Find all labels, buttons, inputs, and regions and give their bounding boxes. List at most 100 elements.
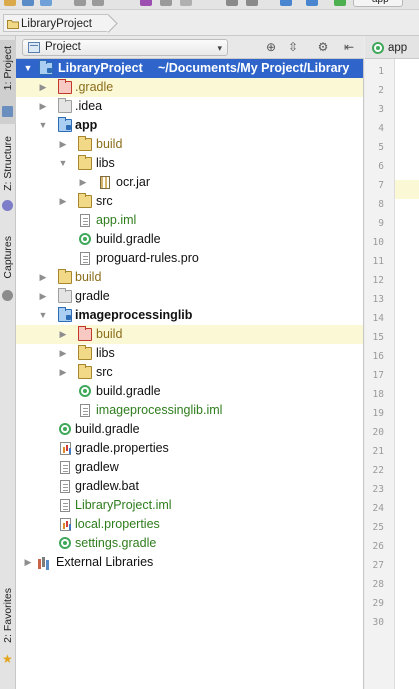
tree-item-lib-src[interactable]: ▶ src	[16, 363, 363, 382]
folder-icon	[78, 155, 92, 170]
tree-item-lib-iml[interactable]: imageprocessinglib.iml	[16, 401, 363, 420]
expand-arrow-icon: ▼	[38, 120, 48, 130]
tool-tab-captures[interactable]: Captures	[0, 234, 16, 304]
tree-item-gradle-dir[interactable]: ▶ .gradle	[16, 78, 363, 97]
tree-item-label: gradle	[75, 289, 110, 303]
tree-item-app-libs[interactable]: ▼ libs	[16, 154, 363, 173]
code-editor[interactable]	[395, 59, 419, 689]
redo-icon[interactable]	[92, 0, 104, 6]
tree-item-gradlew-bat[interactable]: gradlew.bat	[16, 477, 363, 496]
collapse-all-icon[interactable]: ⇳	[286, 40, 300, 54]
tree-item-project-iml[interactable]: LibraryProject.iml	[16, 496, 363, 515]
current-line-highlight	[395, 180, 419, 199]
tree-item-app-build[interactable]: ▶ build	[16, 135, 363, 154]
tree-item-app-build-gradle[interactable]: build.gradle	[16, 230, 363, 249]
tool-window-strip: 1: Project Z: Structure Captures ★ 2: Fa…	[0, 36, 16, 689]
tree-item-label: imageprocessinglib	[75, 308, 193, 322]
line-number: 14	[372, 313, 384, 324]
file-icon	[80, 404, 90, 417]
tree-item-build[interactable]: ▶ build	[16, 268, 363, 287]
paste-icon[interactable]	[180, 0, 192, 6]
run-config-select[interactable]: app	[353, 0, 403, 7]
line-number: 4	[378, 123, 384, 134]
tree-item-app[interactable]: ▼ app	[16, 116, 363, 135]
collapse-arrow-icon: ▶	[39, 101, 47, 111]
folder-icon	[78, 345, 92, 360]
editor-tab-app[interactable]: app	[370, 39, 407, 57]
tree-item-gradle-properties[interactable]: gradle.properties	[16, 439, 363, 458]
locate-icon[interactable]: ⊕	[264, 40, 278, 54]
line-number: 16	[372, 351, 384, 362]
tool-tab-favorites[interactable]: ★ 2: Favorites	[0, 586, 16, 670]
star-icon: ★	[2, 652, 13, 666]
find-icon[interactable]	[226, 0, 238, 6]
main-toolbar: app	[0, 0, 419, 10]
tree-item-build-gradle[interactable]: build.gradle	[16, 420, 363, 439]
project-view-select[interactable]: Project ▾	[22, 39, 228, 56]
tree-item-ocr-jar[interactable]: ▶ ocr.jar	[16, 173, 363, 192]
tree-item-gradlew[interactable]: gradlew	[16, 458, 363, 477]
undo-icon[interactable]	[74, 0, 86, 6]
tree-root[interactable]: ▼ LibraryProject ~/Documents/My Project/…	[16, 59, 363, 78]
line-number: 24	[372, 503, 384, 514]
line-number: 13	[372, 294, 384, 305]
properties-icon	[60, 518, 71, 531]
line-number: 27	[372, 560, 384, 571]
line-number: 20	[372, 427, 384, 438]
tree-item-lib-libs[interactable]: ▶ libs	[16, 344, 363, 363]
tree-item-app-iml[interactable]: app.iml	[16, 211, 363, 230]
forward-icon[interactable]	[306, 0, 318, 6]
tree-item-label: build.gradle	[96, 384, 161, 398]
collapse-arrow-icon: ▶	[39, 272, 47, 282]
tool-tab-structure[interactable]: Z: Structure	[0, 134, 16, 216]
tree-item-app-src[interactable]: ▶ src	[16, 192, 363, 211]
open-icon[interactable]	[4, 0, 16, 6]
collapse-arrow-icon: ▶	[59, 196, 67, 206]
tree-item-label: local.properties	[75, 517, 160, 531]
tree-item-settings-gradle[interactable]: settings.gradle	[16, 534, 363, 553]
tree-item-external-libraries[interactable]: ▶ External Libraries	[16, 553, 363, 572]
tree-item-label: app.iml	[96, 213, 137, 227]
tree-item-label: build.gradle	[96, 232, 161, 246]
cut-icon[interactable]	[140, 0, 152, 6]
tree-root-path: ~/Documents/My Project/Library	[158, 61, 350, 75]
line-number: 2	[378, 85, 384, 96]
tree-item-idea[interactable]: ▶ .idea	[16, 97, 363, 116]
tree-item-proguard[interactable]: proguard-rules.pro	[16, 249, 363, 268]
replace-icon[interactable]	[246, 0, 258, 6]
tree-item-label: gradlew	[75, 460, 119, 474]
file-icon	[60, 480, 70, 493]
tree-item-lib-build[interactable]: ▶ build	[16, 325, 363, 344]
tree-item-label: libs	[96, 346, 115, 360]
collapse-arrow-icon: ▶	[59, 139, 67, 149]
tree-item-label: build	[96, 327, 123, 341]
file-icon	[80, 214, 90, 227]
back-icon[interactable]	[280, 0, 292, 6]
tree-item-label: LibraryProject.iml	[75, 498, 172, 512]
tree-item-imageprocessinglib[interactable]: ▼ imageprocessinglib	[16, 306, 363, 325]
save-icon[interactable]	[22, 0, 34, 6]
line-number: 8	[378, 199, 384, 210]
make-icon[interactable]	[334, 0, 346, 6]
copy-icon[interactable]	[160, 0, 172, 6]
sync-icon[interactable]	[40, 0, 52, 6]
tree-item-label: proguard-rules.pro	[96, 251, 199, 265]
line-number: 6	[378, 161, 384, 172]
gear-icon[interactable]: ⚙	[316, 40, 330, 54]
collapse-arrow-icon: ▶	[39, 291, 47, 301]
tree-item-local-properties[interactable]: local.properties	[16, 515, 363, 534]
tool-tab-project[interactable]: 1: Project	[0, 40, 16, 124]
tree-root-label: LibraryProject	[58, 61, 143, 75]
hide-panel-icon[interactable]: ⇤	[342, 40, 356, 54]
tool-tab-label: Z: Structure	[2, 136, 14, 191]
tree-item-lib-build-gradle[interactable]: build.gradle	[16, 382, 363, 401]
breadcrumb-project[interactable]: LibraryProject	[3, 14, 108, 32]
tree-item-label: External Libraries	[56, 555, 154, 569]
expand-arrow-icon: ▼	[58, 158, 68, 168]
expand-arrow-icon: ▼	[38, 310, 48, 320]
tree-item-gradle[interactable]: ▶ gradle	[16, 287, 363, 306]
line-number-gutter: 1 2 3 4 5 6 7 8 9 10 11 12 13 14 15 16 17 18 19 20 21 22 23 24 2…	[365, 59, 395, 689]
editor-tab-label: app	[388, 42, 408, 54]
line-number: 29	[372, 598, 384, 609]
folder-icon	[78, 136, 92, 151]
